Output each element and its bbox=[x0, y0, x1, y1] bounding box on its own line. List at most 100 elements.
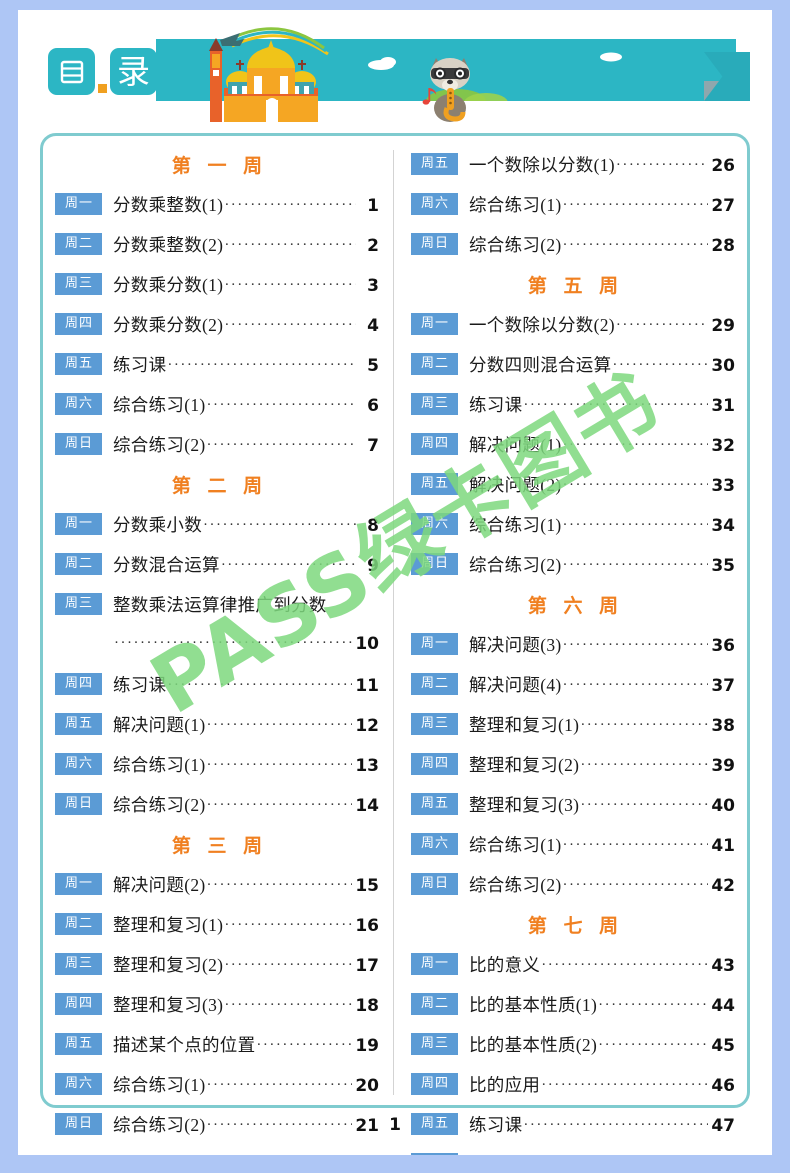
day-badge: 周六 bbox=[411, 513, 458, 535]
toc-entry[interactable]: 周二整理和复习(1)······························… bbox=[49, 904, 385, 944]
toc-entry-title: 整理和复习(3) bbox=[469, 794, 580, 815]
toc-entry[interactable]: 周日综合练习(2)·······························… bbox=[49, 424, 385, 464]
day-badge: 周三 bbox=[55, 593, 102, 615]
toc-page-number: 17 bbox=[355, 955, 379, 976]
toc-entry[interactable]: 周三练习课···································… bbox=[405, 384, 741, 424]
toc-entry-body: 综合练习(1)·································… bbox=[469, 1152, 741, 1156]
leader-dots: ········································… bbox=[224, 236, 356, 253]
day-badge: 周一 bbox=[411, 313, 458, 335]
toc-entry[interactable]: 周六综合练习(1)·······························… bbox=[49, 1064, 385, 1104]
toc-entry-title: 综合练习(2) bbox=[113, 434, 206, 455]
leader-dots: ········································… bbox=[224, 916, 352, 933]
toc-entry-title: 整理和复习(3) bbox=[113, 994, 224, 1015]
toc-entry[interactable]: 周三整理和复习(2)······························… bbox=[49, 944, 385, 984]
toc-entry[interactable]: 周二解决问题(4)·······························… bbox=[405, 664, 741, 704]
toc-entry-title: 练习课 bbox=[113, 354, 167, 375]
toc-entry-body: 整理和复习(2)································… bbox=[113, 952, 385, 977]
toc-entry[interactable]: 周三分数乘分数(1)······························… bbox=[49, 264, 385, 304]
toc-page-number: 32 bbox=[711, 435, 735, 456]
day-badge: 周二 bbox=[55, 233, 102, 255]
toc-entry[interactable]: 周一一个数除以分数(2)····························… bbox=[405, 304, 741, 344]
toc-entry[interactable]: 周六综合练习(1)·······························… bbox=[405, 1144, 741, 1155]
week-heading: 第 五 周 bbox=[527, 275, 624, 297]
toc-entry[interactable]: 周一比的意义··································… bbox=[405, 944, 741, 984]
toc-entry[interactable]: 周三整理和复习(1)······························… bbox=[405, 704, 741, 744]
toc-entry[interactable]: 周六综合练习(1)·······························… bbox=[49, 744, 385, 784]
toc-entry[interactable]: 周一解决问题(2)·······························… bbox=[49, 864, 385, 904]
toc-entry-body: 整理和复习(3)································… bbox=[113, 992, 385, 1017]
toc-entry-body: 比的意义····································… bbox=[469, 952, 741, 977]
toc-entry-title: 分数乘分数(2) bbox=[113, 314, 224, 335]
toc-page-number: 20 bbox=[355, 1075, 379, 1096]
toc-entry-title: 解决问题(4) bbox=[469, 674, 562, 695]
toc-entry[interactable]: 周一解决问题(3)·······························… bbox=[405, 624, 741, 664]
toc-entry[interactable]: 周六综合练习(1)·······························… bbox=[405, 824, 741, 864]
toc-entry-body: 分数乘分数(1)································… bbox=[113, 272, 385, 297]
toc-entry[interactable]: 周一分数乘小数·································… bbox=[49, 504, 385, 544]
toc-entry[interactable]: 周二分数混合运算································… bbox=[49, 544, 385, 584]
toc-entry[interactable]: 周二比的基本性质(1)·····························… bbox=[405, 984, 741, 1024]
toc-entry[interactable]: 周三整数乘法运算律推广到分数··························… bbox=[49, 584, 385, 624]
toc-entry[interactable]: 周四分数乘分数(2)······························… bbox=[49, 304, 385, 344]
leader-dots: ········································… bbox=[206, 716, 353, 733]
toc-entry[interactable]: 周四整理和复习(2)······························… bbox=[405, 744, 741, 784]
toc-entry[interactable]: 周日综合练习(2)·······························… bbox=[405, 224, 741, 264]
toc-entry-body: 比的应用····································… bbox=[469, 1072, 741, 1097]
toc-entry-title: 分数混合运算 bbox=[113, 554, 220, 575]
leader-dots: ········································… bbox=[580, 796, 708, 813]
toc-page-number: 42 bbox=[711, 875, 735, 896]
toc-entry-title: 综合练习(1) bbox=[113, 754, 206, 775]
toc-entry[interactable]: 周日综合练习(2)·······························… bbox=[49, 784, 385, 824]
toc-entry[interactable]: 周五解决问题(1)·······························… bbox=[49, 704, 385, 744]
toc-entry-title: 比的基本性质(1) bbox=[469, 994, 598, 1015]
toc-entry-body: 综合练习(2)·································… bbox=[469, 552, 741, 577]
day-badge: 周四 bbox=[411, 753, 458, 775]
toc-entry[interactable]: 周五描述某个点的位置······························… bbox=[49, 1024, 385, 1064]
toc-entry[interactable]: 周三比的基本性质(2)·····························… bbox=[405, 1024, 741, 1064]
toc-entry-title: 分数乘分数(1) bbox=[113, 274, 224, 295]
leader-dots: ········································… bbox=[206, 436, 356, 453]
toc-entry-body: ········································… bbox=[113, 634, 385, 654]
day-badge: 周一 bbox=[55, 513, 102, 535]
day-badge: 周四 bbox=[55, 313, 102, 335]
toc-page-number: 5 bbox=[367, 355, 379, 376]
toc-entry[interactable]: 周五解决问题(2)·······························… bbox=[405, 464, 741, 504]
toc-entry[interactable]: 周五整理和复习(3)······························… bbox=[405, 784, 741, 824]
toc-entry[interactable]: 周六综合练习(1)·······························… bbox=[49, 384, 385, 424]
toc-entry[interactable]: 周六综合练习(1)·······························… bbox=[405, 184, 741, 224]
day-badge: 周三 bbox=[411, 713, 458, 735]
day-badge: 周三 bbox=[55, 273, 102, 295]
leader-dots: ········································… bbox=[167, 676, 352, 693]
day-badge: 周三 bbox=[411, 1033, 458, 1055]
toc-page-number: 28 bbox=[711, 235, 735, 256]
toc-entry[interactable]: 周四解决问题(1)·······························… bbox=[405, 424, 741, 464]
toc-entry-title: 分数乘整数(1) bbox=[113, 194, 224, 215]
day-badge: 周五 bbox=[411, 153, 458, 175]
toc-entry[interactable]: 周五一个数除以分数(1)····························… bbox=[405, 144, 741, 184]
leader-dots: ········································… bbox=[224, 316, 356, 333]
toc-entry[interactable]: 周三······································… bbox=[49, 624, 385, 664]
toc-entry[interactable]: 周六综合练习(1)·······························… bbox=[405, 504, 741, 544]
toc-entry[interactable]: 周一分数乘整数(1)······························… bbox=[49, 184, 385, 224]
toc-entry[interactable]: 周日综合练习(2)·······························… bbox=[405, 864, 741, 904]
week-heading: 第 六 周 bbox=[527, 595, 624, 617]
toc-entry[interactable]: 周四练习课···································… bbox=[49, 664, 385, 704]
day-badge: 周二 bbox=[55, 553, 102, 575]
toc-page-number: 31 bbox=[711, 395, 735, 416]
toc-entry[interactable]: 周四比的应用··································… bbox=[405, 1064, 741, 1104]
leader-dots: ········································… bbox=[114, 635, 352, 651]
day-badge: 周日 bbox=[411, 873, 458, 895]
toc-entry-title: 解决问题(3) bbox=[469, 634, 562, 655]
toc-page-number: 15 bbox=[355, 875, 379, 896]
toc-entry[interactable]: 周二分数四则混合运算······························… bbox=[405, 344, 741, 384]
toc-entry[interactable]: 周二分数乘整数(2)······························… bbox=[49, 224, 385, 264]
toc-entry[interactable]: 周五练习课···································… bbox=[49, 344, 385, 384]
day-badge: 周一 bbox=[411, 953, 458, 975]
day-badge: 周二 bbox=[411, 993, 458, 1015]
toc-page-number: 3 bbox=[367, 275, 379, 296]
toc-entry-title: 整理和复习(2) bbox=[469, 754, 580, 775]
leader-dots: ········································… bbox=[562, 876, 709, 893]
leader-dots: ········································… bbox=[612, 356, 708, 373]
toc-entry[interactable]: 周日综合练习(2)·······························… bbox=[405, 544, 741, 584]
toc-entry[interactable]: 周四整理和复习(3)······························… bbox=[49, 984, 385, 1024]
